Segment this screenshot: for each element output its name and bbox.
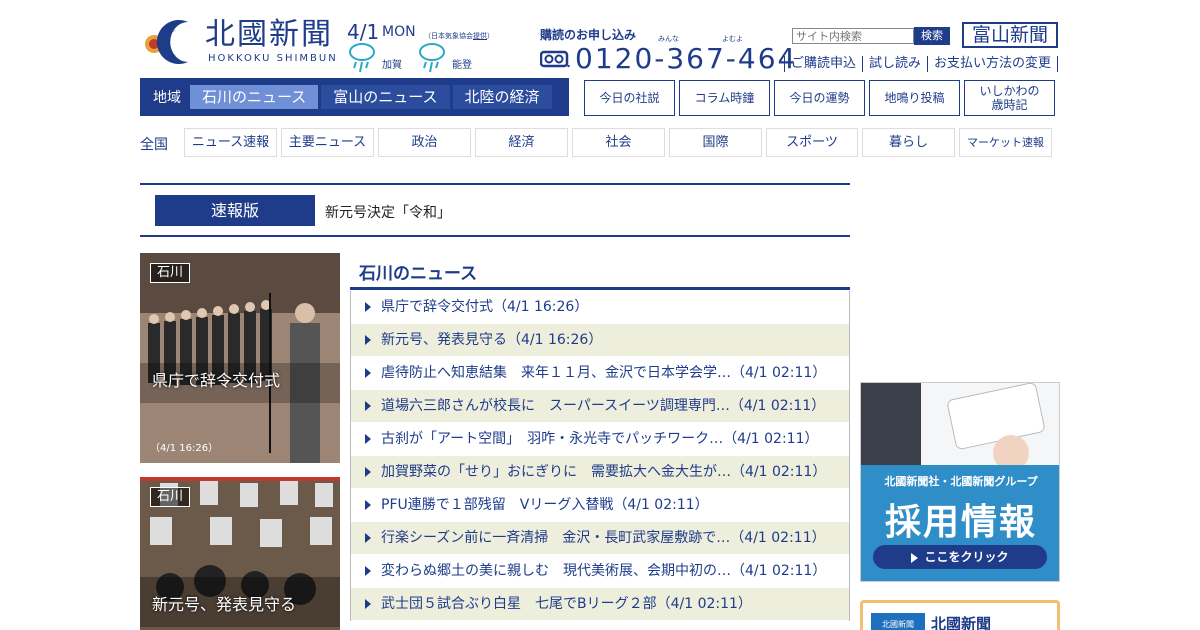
category-breaking[interactable]: ニュース速報 [184,128,277,157]
seasonal-button[interactable]: いしかわの 歳時記 [964,80,1055,116]
photo-timestamp: （4/1 16:26） [150,443,219,454]
news-section-title[interactable]: 石川のニュース [359,259,477,284]
fortune-button[interactable]: 今日の運勢 [774,80,865,116]
breaking-top-rule [140,183,850,185]
tab-hokuriku-economy[interactable]: 北陸の経済 [452,85,552,109]
triangle-right-icon [365,302,371,312]
weather-date: 4/1 [347,20,380,44]
category-society[interactable]: 社会 [572,128,665,157]
banner-click-button[interactable]: ここをクリック [873,545,1047,569]
toyama-shimbun-button[interactable]: 富山新聞 [962,22,1058,48]
breaking-bottom-rule [140,235,850,237]
payment-change-link[interactable]: お支払い方法の変更 [927,56,1059,72]
banner-company: 北國新聞社・北國新聞グループ [884,475,1038,488]
subscribe-phone[interactable]: 0120-367-464 [575,42,797,75]
category-market[interactable]: マーケット速報 [959,128,1052,157]
triangle-right-icon [365,434,371,444]
banner-headline: 採用情報 [884,502,1037,543]
weather-credit-link[interactable]: 提供 [473,32,487,40]
top-links: ご購読申込 試し読み お支払い方法の変更 [784,56,1059,72]
triangle-right-icon [365,401,371,411]
column-button[interactable]: コラム時鐘 [679,80,770,116]
hokkoku-promo-box[interactable]: 北國新聞 北國新聞 [860,600,1060,630]
triangle-right-icon [365,500,371,510]
tab-toyama-news[interactable]: 富山のニュース [321,85,450,109]
region-label: 地域 [153,90,181,106]
recruit-banner[interactable]: 北國新聞社・北國新聞グループ 採用情報 ここをクリック [860,382,1060,582]
category-top-news[interactable]: 主要ニュース [281,128,374,157]
photo-caption: 新元号、発表見守る [152,595,297,614]
weather-area-kaga: 加賀 [382,60,402,71]
list-item[interactable]: 変わらぬ郷土の美に親しむ 現代美術展、会期中初の…（4/1 02:11） [351,555,849,588]
editorial-button[interactable]: 今日の社説 [584,80,675,116]
promo-badge: 北國新聞 [871,613,925,630]
logo-subtitle: HOKKOKU SHIMBUN [208,53,338,64]
category-all[interactable]: 全国 [140,134,168,154]
search-button[interactable]: 検索 [914,27,950,45]
subscribe-title: 購読のお申し込み [540,28,637,42]
list-item[interactable]: 道場六三郎さんが校長に スーパースイーツ調理専門…（4/1 02:11） [351,390,849,423]
logo-text[interactable]: 北國新聞 [205,18,333,52]
category-lifestyle[interactable]: 暮らし [862,128,955,157]
reader-post-button[interactable]: 地鳴り投稿 [869,80,960,116]
breaking-headline[interactable]: 新元号決定「令和」 [325,202,451,222]
list-item[interactable]: 県庁で辞令交付式（4/1 16:26） [351,291,849,324]
category-economy[interactable]: 経済 [475,128,568,157]
region-nav: 地域 石川のニュース 富山のニュース 北陸の経済 [140,78,569,116]
subscribe-link[interactable]: ご購読申込 [784,56,862,72]
promo-title: 北國新聞 [931,615,992,630]
list-item[interactable]: 加賀野菜の「せり」おにぎりに 需要拡大へ金大生が…（4/1 02:11） [351,456,849,489]
weather-credit: （日本気象協会提供） [424,32,494,40]
triangle-right-icon [365,467,371,477]
list-item[interactable]: PFU連勝で１部残留 Vリーグ入替戦（4/1 02:11） [351,489,849,522]
photo-card[interactable]: 石川 新元号、発表見守る [140,477,340,630]
category-international[interactable]: 国際 [669,128,762,157]
category-sports[interactable]: スポーツ [766,128,858,157]
triangle-right-icon [365,566,371,576]
logo-mark[interactable] [140,16,196,64]
list-item[interactable]: 行楽シーズン前に一斉清掃 金沢・長町武家屋敷跡で…（4/1 02:11） [351,522,849,555]
triangle-right-icon [365,368,371,378]
trial-link[interactable]: 試し読み [862,56,927,72]
news-section-rule [350,287,850,290]
rain-icon [418,42,446,74]
list-item[interactable]: 虐待防止へ知恵結集 来年１１月、金沢で日本学会学…（4/1 02:11） [351,357,849,390]
tab-ishikawa-news[interactable]: 石川のニュース [190,85,319,109]
news-photo [140,253,340,463]
triangle-right-icon [365,335,371,345]
phone-icon [539,49,570,69]
play-icon [911,552,919,563]
triangle-right-icon [365,533,371,543]
list-item[interactable]: 古刹が「アート空間」 羽咋・永光寺でパッチワーク…（4/1 02:11） [351,423,849,456]
weather-day: MON [382,24,416,40]
rain-icon [348,42,376,74]
region-tag: 石川 [150,487,191,507]
list-item[interactable]: 新元号、発表見守る（4/1 16:26） [351,324,849,357]
category-politics[interactable]: 政治 [378,128,471,157]
triangle-right-icon [365,599,371,609]
region-tag: 石川 [150,263,191,283]
news-list: 県庁で辞令交付式（4/1 16:26） 新元号、発表見守る（4/1 16:26）… [350,291,850,621]
weather-area-noto: 能登 [452,60,472,71]
photo-card[interactable]: 石川 県庁で辞令交付式 （4/1 16:26） [140,253,340,463]
breaking-label: 速報版 [155,195,315,226]
search-input[interactable] [792,28,914,44]
list-item[interactable]: 武士団５試合ぶり白星 七尾でBリーグ２部（4/1 02:11） [351,588,849,621]
photo-caption: 県庁で辞令交付式 [152,371,281,390]
